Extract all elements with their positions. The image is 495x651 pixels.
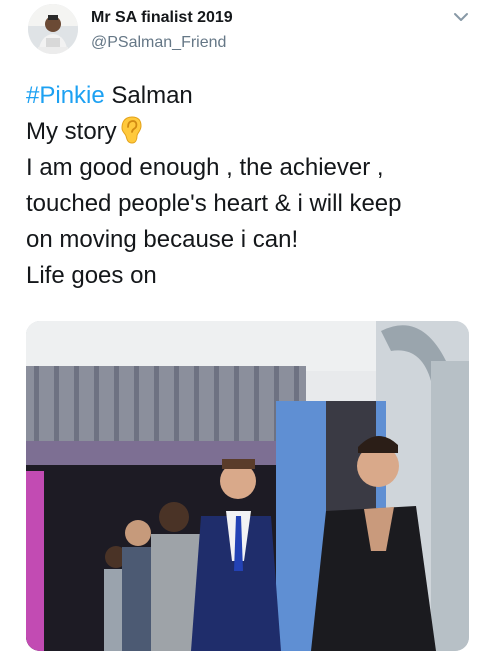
hashtag-link[interactable]: #Pinkie (26, 82, 105, 109)
chevron-down-icon[interactable] (452, 8, 470, 26)
tweet-text-name: Salman (104, 82, 193, 109)
stage-photo-image (26, 321, 469, 651)
tweet-card[interactable]: Mr SA finalist 2019 @PSalman_Friend #Pin… (0, 0, 495, 651)
avatar-photo-icon (28, 4, 78, 54)
ear-emoji-icon (121, 116, 142, 144)
tweet-text-line-6: Life goes on (26, 262, 157, 289)
author-handle[interactable]: @PSalman_Friend (91, 34, 226, 52)
tweet-text-line-4: touched people's heart & i will keep (26, 190, 402, 217)
author-avatar[interactable] (28, 4, 78, 54)
tweet-text-line-1: #Pinkie Salman (26, 78, 476, 114)
tweet-photo[interactable] (26, 321, 469, 651)
tweet-text-line-2: My story (26, 114, 476, 150)
tweet-header: Mr SA finalist 2019 @PSalman_Friend (0, 0, 495, 68)
tweet-text-line-3: I am good enough , the achiever , (26, 154, 384, 181)
tweet-text-story: My story (26, 118, 117, 145)
tweet-text-line-5: on moving because i can! (26, 226, 299, 253)
tweet-text: #Pinkie Salman My story I am good enough… (26, 78, 476, 294)
author-display-name[interactable]: Mr SA finalist 2019 (91, 9, 233, 27)
